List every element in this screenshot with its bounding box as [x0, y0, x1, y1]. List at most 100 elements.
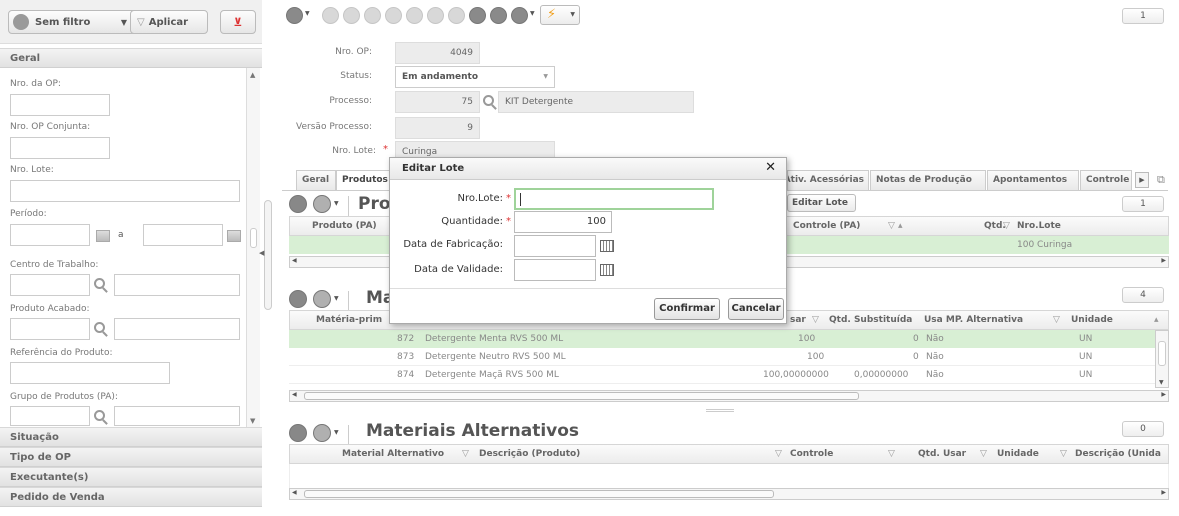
- tab-geral[interactable]: Geral: [296, 170, 336, 190]
- tab-scroll-right-icon[interactable]: ▶: [1135, 172, 1149, 188]
- confirm-button[interactable]: Confirmar: [654, 298, 720, 320]
- tab-notas-producao[interactable]: Notas de Produção: [870, 170, 986, 190]
- tab-ativ-acessorias[interactable]: Ativ. Acessórias: [787, 170, 869, 190]
- col-produto-pa[interactable]: Produto (PA): [312, 221, 377, 231]
- filter-icon[interactable]: ▽: [1060, 449, 1067, 459]
- alternativos-pager[interactable]: 0: [1122, 421, 1164, 437]
- add-icon[interactable]: [406, 7, 423, 24]
- search-icon[interactable]: [94, 322, 105, 333]
- clear-filter-button[interactable]: ⊻: [220, 10, 256, 34]
- previous-record-icon[interactable]: [343, 7, 360, 24]
- col-qtd-usar[interactable]: sar: [790, 315, 806, 325]
- table-row[interactable]: 873 Detergente Neutro RVS 500 ML 100 0 N…: [289, 348, 1155, 366]
- calendar-icon[interactable]: [600, 264, 614, 276]
- tab-produtos[interactable]: Produtos: [336, 170, 390, 190]
- table-row[interactable]: 872 Detergente Menta RVS 500 ML 100 0 Nã…: [289, 330, 1155, 348]
- centro-trabalho-code-input[interactable]: [10, 274, 90, 296]
- col-descricao-unidade[interactable]: Descrição (Unida: [1075, 449, 1161, 459]
- nro-op-input[interactable]: [10, 94, 110, 116]
- section-executantes-header[interactable]: Executante(s): [0, 467, 262, 487]
- nro-op-conjunta-input[interactable]: [10, 137, 110, 159]
- section-tipo-op-header[interactable]: Tipo de OP: [0, 447, 262, 467]
- grid-options-icon[interactable]: [313, 195, 331, 213]
- produto-acabado-code-input[interactable]: [10, 318, 90, 340]
- col-controle-pa[interactable]: Controle (PA): [793, 221, 860, 231]
- scroll-left-icon[interactable]: ◀: [292, 391, 297, 398]
- close-icon[interactable]: ✕: [765, 160, 776, 175]
- filter-icon[interactable]: ▽: [812, 315, 819, 325]
- delete-icon[interactable]: [511, 7, 528, 24]
- filter-icon[interactable]: ▽: [980, 449, 987, 459]
- filter-icon[interactable]: ▽ ▴: [888, 221, 903, 231]
- filter-icon[interactable]: ▽: [775, 449, 782, 459]
- scroll-right-icon[interactable]: ▶: [1161, 489, 1166, 496]
- tab-apontamentos[interactable]: Apontamentos: [987, 170, 1079, 190]
- col-qtd-usar[interactable]: Qtd. Usar: [918, 449, 966, 459]
- scroll-left-icon[interactable]: ◀: [292, 489, 297, 496]
- grid-options-icon[interactable]: [313, 424, 331, 442]
- apply-button[interactable]: ▽ Aplicar: [130, 10, 208, 34]
- produtos-pager[interactable]: 1: [1122, 196, 1164, 212]
- first-record-icon[interactable]: [322, 7, 339, 24]
- chevron-down-icon[interactable]: ▼: [334, 429, 339, 436]
- last-record-icon[interactable]: [385, 7, 402, 24]
- col-qtd-substituida[interactable]: Qtd. Substituída: [829, 315, 912, 325]
- col-nro-lote[interactable]: Nro.Lote: [1017, 221, 1061, 231]
- next-record-icon[interactable]: [364, 7, 381, 24]
- calendar-icon[interactable]: [96, 230, 110, 242]
- search-icon[interactable]: [94, 410, 105, 421]
- materias-vscrollbar[interactable]: ▼: [1155, 330, 1169, 388]
- data-validade-input[interactable]: [514, 259, 596, 281]
- filter-icon[interactable]: ▽: [1053, 315, 1060, 325]
- chevron-down-icon[interactable]: ▼: [334, 295, 339, 302]
- produto-acabado-desc-input[interactable]: [114, 318, 240, 340]
- periodo-end-input[interactable]: [143, 224, 223, 246]
- chevron-down-icon[interactable]: ▼: [121, 18, 127, 27]
- quantidade-input[interactable]: 100: [514, 211, 612, 233]
- data-fabricacao-input[interactable]: [514, 235, 596, 257]
- record-pager[interactable]: 1: [1122, 8, 1164, 24]
- col-unidade[interactable]: Unidade: [997, 449, 1039, 459]
- nro-lote-input[interactable]: [10, 180, 240, 202]
- panel-splitter[interactable]: ◀: [259, 200, 272, 310]
- left-scrollbar[interactable]: ▲ ▼: [246, 68, 260, 428]
- materias-pager[interactable]: 4: [1122, 287, 1164, 303]
- scroll-up-icon[interactable]: ▴: [1154, 315, 1159, 325]
- section-pedido-venda-header[interactable]: Pedido de Venda: [0, 487, 262, 507]
- refresh-icon[interactable]: [469, 7, 486, 24]
- grupo-produtos-code-input[interactable]: [10, 406, 90, 426]
- status-select[interactable]: Em andamento ▼: [395, 66, 555, 88]
- col-material-alternativo[interactable]: Material Alternativo: [342, 449, 444, 459]
- chevron-down-icon[interactable]: ▼: [334, 200, 339, 207]
- col-materia-prima[interactable]: Matéria-prim: [316, 315, 382, 325]
- chevron-down-icon[interactable]: ▼: [305, 10, 310, 17]
- tab-controle[interactable]: Controle: [1080, 170, 1132, 190]
- grid-menu-icon[interactable]: [289, 290, 307, 308]
- edit-lote-button[interactable]: Editar Lote: [787, 194, 856, 212]
- search-icon[interactable]: [94, 278, 105, 289]
- save-icon[interactable]: [427, 7, 444, 24]
- section-geral-header[interactable]: Geral: [0, 48, 262, 68]
- col-usa-mp-alternativa[interactable]: Usa MP. Alternativa: [924, 315, 1023, 325]
- grid-menu-icon[interactable]: [289, 424, 307, 442]
- scroll-right-icon[interactable]: ▶: [1161, 257, 1166, 264]
- edit-icon[interactable]: [490, 7, 507, 24]
- filter-select[interactable]: Sem filtro ▼: [8, 10, 148, 34]
- grupo-produtos-desc-input[interactable]: [114, 406, 240, 426]
- scroll-right-icon[interactable]: ▶: [1161, 391, 1166, 398]
- table-row[interactable]: 874 Detergente Maçã RVS 500 ML 100,00000…: [289, 366, 1155, 384]
- grid-options-icon[interactable]: [313, 290, 331, 308]
- actions-button[interactable]: ⚡ ▼: [540, 5, 580, 25]
- col-controle[interactable]: Controle: [790, 449, 833, 459]
- filter-icon[interactable]: ▽: [462, 449, 469, 459]
- calendar-icon[interactable]: [227, 230, 241, 242]
- col-unidade[interactable]: Unidade: [1071, 315, 1113, 325]
- filter-icon[interactable]: ▽: [1003, 221, 1010, 231]
- filter-icon[interactable]: ▽: [888, 449, 895, 459]
- chevron-down-icon[interactable]: ▼: [530, 10, 535, 17]
- periodo-start-input[interactable]: [10, 224, 90, 246]
- scroll-left-icon[interactable]: ◀: [292, 257, 297, 264]
- grid-resize-handle[interactable]: [706, 409, 734, 412]
- section-situacao-header[interactable]: Situação: [0, 427, 262, 447]
- grid-menu-icon[interactable]: [289, 195, 307, 213]
